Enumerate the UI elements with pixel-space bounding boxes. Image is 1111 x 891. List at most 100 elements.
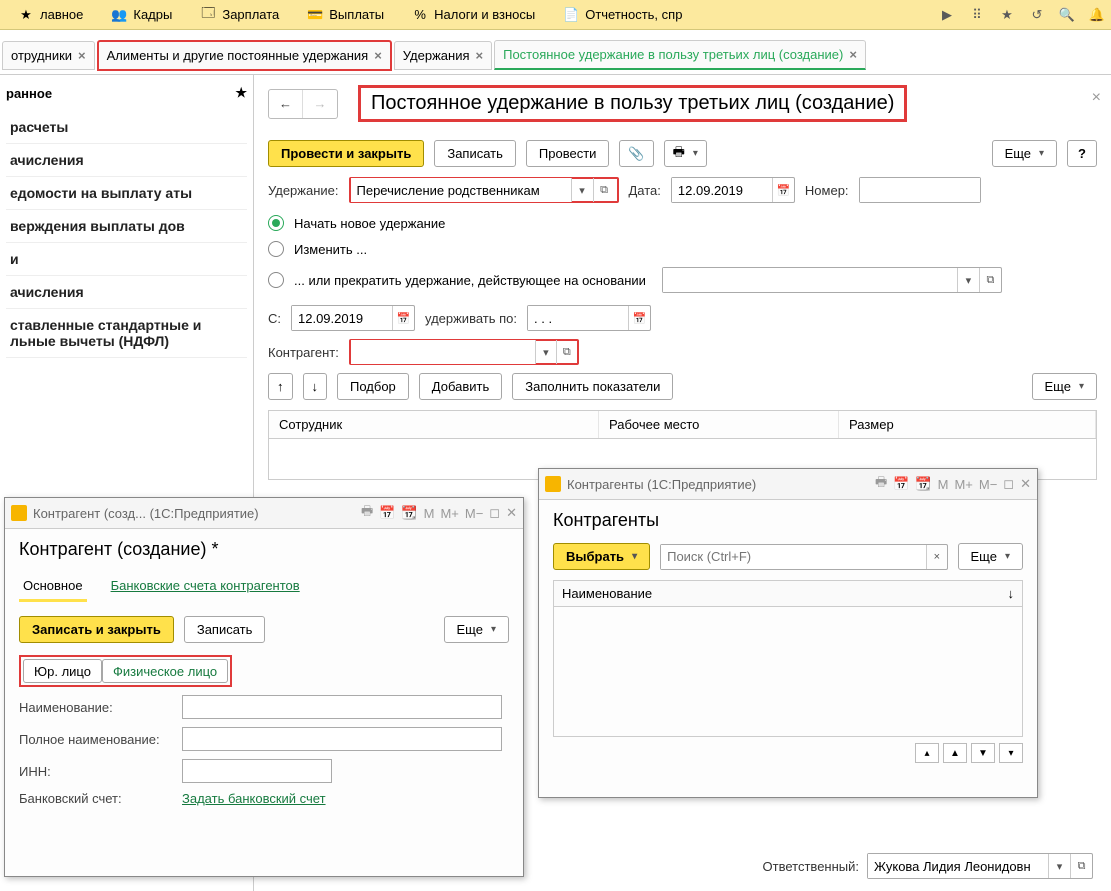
m-minus-icon[interactable]: M− [465, 506, 483, 521]
move-up-button[interactable]: ↑ [268, 373, 293, 400]
close-icon[interactable]: × [374, 48, 382, 63]
date-icon[interactable]: 📆 [401, 505, 417, 521]
dropdown-icon[interactable]: ▾ [957, 268, 979, 292]
menu-taxes[interactable]: %Налоги и взносы [398, 0, 549, 29]
maximize-icon[interactable]: ◻ [1003, 476, 1014, 492]
back-button[interactable]: ← [269, 90, 303, 118]
sidebar-item[interactable]: ставленные стандартные и льные вычеты (Н… [6, 309, 247, 358]
date-field[interactable]: 📅 [671, 177, 795, 203]
list-body[interactable] [553, 607, 1023, 737]
move-down-button[interactable]: ↓ [303, 373, 328, 400]
calendar-icon[interactable]: 📅 [628, 306, 650, 330]
m-plus-icon[interactable]: M+ [440, 506, 458, 521]
deduction-input[interactable] [351, 178, 571, 202]
history-icon[interactable]: ↺ [1027, 5, 1047, 25]
legal-entity-button[interactable]: Юр. лицо [23, 659, 102, 683]
m-icon[interactable]: M [424, 506, 435, 521]
dropdown-icon[interactable]: ▾ [571, 178, 593, 202]
counterparty-input[interactable] [351, 340, 535, 364]
radio-stop[interactable] [268, 272, 284, 288]
to-date-field[interactable]: 📅 [527, 305, 651, 331]
search-input[interactable] [661, 545, 926, 569]
tab-main[interactable]: Основное [19, 572, 87, 602]
scroll-top[interactable]: ▴ [915, 743, 939, 763]
add-button[interactable]: Добавить [419, 373, 502, 400]
inn-input[interactable] [182, 759, 332, 783]
attach-button[interactable]: 📎 [619, 140, 653, 167]
from-date-input[interactable] [292, 306, 392, 330]
radio-new[interactable] [268, 215, 284, 231]
m-icon[interactable]: M [938, 477, 949, 492]
open-icon[interactable]: ⧉ [979, 268, 1001, 292]
scroll-down[interactable]: ▼ [971, 743, 995, 763]
counterparty-field[interactable]: ▾⧉ [349, 339, 579, 365]
radio-edit[interactable] [268, 241, 284, 257]
calendar-icon[interactable]: 📅 [893, 476, 909, 492]
select-button[interactable]: Выбрать [553, 543, 650, 570]
menu-payments[interactable]: 💳Выплаты [293, 0, 398, 29]
pick-button[interactable]: Подбор [337, 373, 409, 400]
fill-button[interactable]: Заполнить показатели [512, 373, 673, 400]
favorite-icon[interactable]: ★ [997, 5, 1017, 25]
m-plus-icon[interactable]: M+ [954, 477, 972, 492]
tab-bank-accounts[interactable]: Банковские счета контрагентов [107, 572, 304, 602]
close-icon[interactable]: ✕ [1020, 476, 1031, 492]
print-icon[interactable]: 🖶 [875, 473, 887, 495]
more-button[interactable]: Еще [1032, 373, 1097, 400]
forward-button[interactable]: → [303, 90, 337, 118]
more-button[interactable]: Еще [958, 543, 1023, 570]
star-icon[interactable]: ★ [235, 85, 247, 101]
next-icon[interactable]: ▶ [937, 5, 957, 25]
sidebar-item[interactable]: едомости на выплату аты [6, 177, 247, 210]
name-input[interactable] [182, 695, 502, 719]
close-icon[interactable]: × [78, 48, 86, 63]
number-input[interactable] [860, 178, 980, 202]
responsible-input[interactable] [868, 854, 1048, 878]
dropdown-icon[interactable]: ▾ [1048, 854, 1070, 878]
menu-salary[interactable]: 🗔Зарплата [186, 0, 293, 29]
scroll-up[interactable]: ▲ [943, 743, 967, 763]
menu-reports[interactable]: 📄Отчетность, спр [549, 0, 696, 29]
close-icon[interactable]: × [849, 47, 857, 62]
open-icon[interactable]: ⧉ [1070, 854, 1092, 878]
open-icon[interactable]: ⧉ [593, 178, 615, 202]
close-icon[interactable]: × [1092, 89, 1101, 107]
calendar-icon[interactable]: 📅 [379, 505, 395, 521]
m-minus-icon[interactable]: M− [979, 477, 997, 492]
tab-permanent-deduction[interactable]: Постоянное удержание в пользу третьих ли… [494, 40, 866, 70]
stop-basis-field[interactable]: ▾⧉ [662, 267, 1002, 293]
more-button[interactable]: Еще [444, 616, 509, 643]
close-icon[interactable]: ✕ [506, 505, 517, 521]
col-name[interactable]: Наименование [562, 586, 652, 601]
print-button[interactable]: 🖶 [664, 140, 707, 167]
search-field[interactable]: × [660, 544, 947, 570]
print-icon[interactable]: 🖶 [361, 502, 373, 524]
clear-icon[interactable]: × [926, 545, 946, 569]
post-and-close-button[interactable]: Провести и закрыть [268, 140, 424, 167]
sidebar-item[interactable]: ачисления [6, 144, 247, 177]
maximize-icon[interactable]: ◻ [489, 505, 500, 521]
date-icon[interactable]: 📆 [915, 476, 931, 492]
from-date-field[interactable]: 📅 [291, 305, 415, 331]
col-workplace[interactable]: Рабочее место [599, 411, 839, 438]
close-icon[interactable]: × [476, 48, 484, 63]
tab-deductions[interactable]: Удержания× [394, 41, 492, 70]
sidebar-item[interactable]: расчеты [6, 111, 247, 144]
col-size[interactable]: Размер [839, 411, 1096, 438]
help-button[interactable]: ? [1067, 140, 1097, 167]
dropdown-icon[interactable]: ▾ [535, 340, 556, 364]
date-input[interactable] [672, 178, 772, 202]
deduction-field[interactable]: ▾ ⧉ [349, 177, 619, 203]
more-button[interactable]: Еще [992, 140, 1057, 167]
tab-alimony[interactable]: Алименты и другие постоянные удержания× [97, 40, 392, 71]
sidebar-item[interactable]: верждения выплаты дов [6, 210, 247, 243]
search-icon[interactable]: 🔍 [1057, 5, 1077, 25]
scroll-bottom[interactable]: ▾ [999, 743, 1023, 763]
save-button[interactable]: Записать [184, 616, 266, 643]
open-icon[interactable]: ⧉ [556, 340, 577, 364]
sidebar-item[interactable]: ачисления [6, 276, 247, 309]
menu-hr[interactable]: 👥Кадры [97, 0, 186, 29]
individual-button[interactable]: Физическое лицо [102, 659, 228, 683]
fullname-input[interactable] [182, 727, 502, 751]
apps-icon[interactable]: ⠿ [967, 5, 987, 25]
